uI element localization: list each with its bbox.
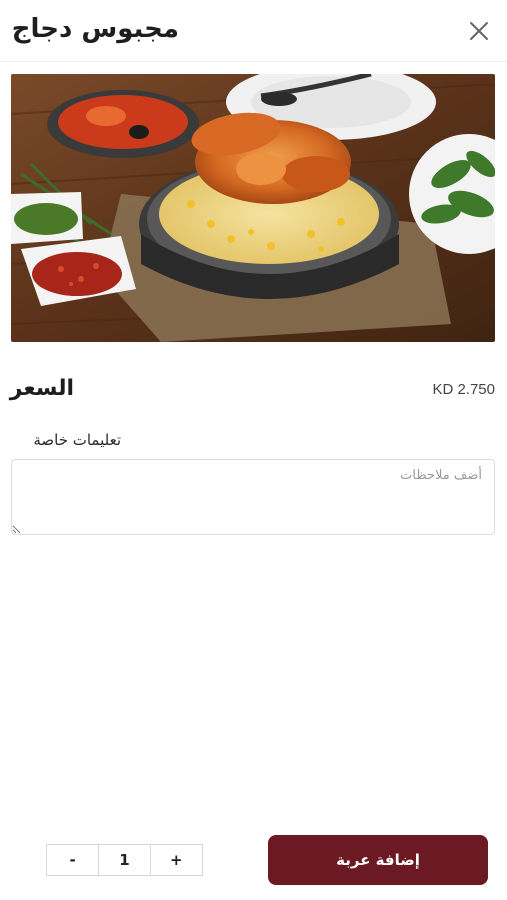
page-title: مجبوس دجاج <box>11 14 179 44</box>
special-instructions-label: تعليمات خاصة <box>33 431 121 449</box>
modal-header: مجبوس دجاج <box>0 0 507 62</box>
close-button[interactable] <box>464 16 494 46</box>
add-to-cart-button[interactable]: إضافة عربة <box>268 835 488 885</box>
notes-input[interactable] <box>11 459 495 535</box>
quantity-value[interactable]: 1 <box>98 845 151 875</box>
quantity-stepper: - 1 + <box>46 844 203 876</box>
product-image <box>11 74 495 342</box>
close-icon <box>470 22 488 40</box>
increment-button[interactable]: + <box>150 845 202 875</box>
price-value: KD 2.750 <box>432 381 495 398</box>
decrement-button[interactable]: - <box>47 845 99 875</box>
price-label: السعر <box>9 376 74 401</box>
